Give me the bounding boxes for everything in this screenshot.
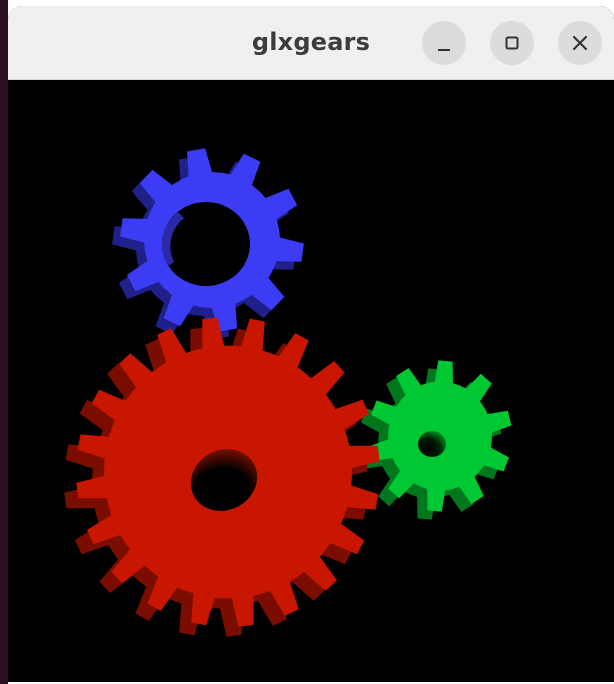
desktop-background [0, 0, 8, 684]
title-bar[interactable]: glxgears [8, 6, 614, 80]
maximize-button[interactable] [490, 21, 534, 65]
green-gear [358, 360, 512, 520]
minimize-icon [438, 49, 450, 51]
maximize-icon [505, 36, 519, 50]
red-gear [64, 317, 380, 637]
blue-gear [112, 148, 304, 340]
minimize-button[interactable] [422, 21, 466, 65]
app-window: glxgears [8, 6, 614, 682]
gl-viewport[interactable] [8, 80, 614, 682]
close-button[interactable] [558, 21, 602, 65]
gears-scene [64, 148, 512, 637]
green-gear-hole [418, 431, 446, 457]
close-icon [572, 35, 588, 51]
